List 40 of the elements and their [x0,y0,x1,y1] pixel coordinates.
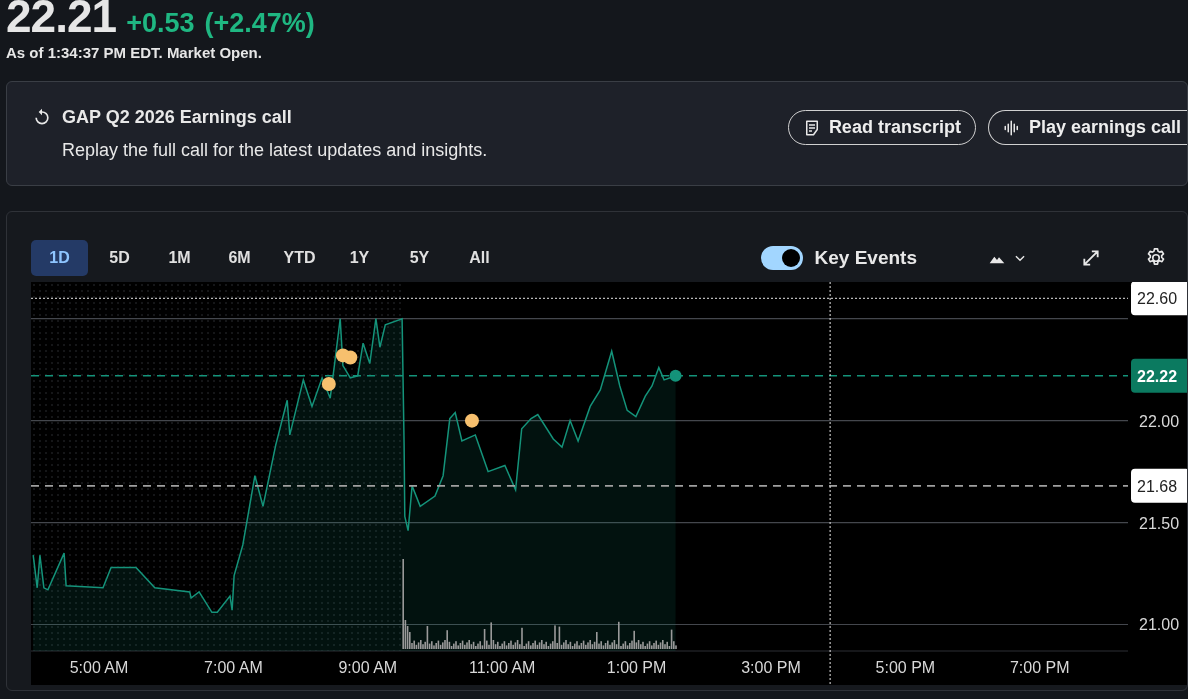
axis-label: 7:00 AM [204,659,263,676]
range-tab[interactable]: 1D [31,240,88,276]
axis-label: 1:00 PM [606,659,667,676]
waveform-icon [1002,118,1021,137]
range-tab[interactable]: All [451,240,508,276]
range-tab[interactable]: 5D [91,240,148,276]
market-status-text: As of 1:34:37 PM EDT. Market Open. [6,44,263,61]
axis-label: 3:00 PM [741,659,801,676]
range-tab[interactable]: 5Y [391,240,448,276]
price-label: 21.68 [1131,468,1187,503]
key-event-marker [321,376,336,391]
range-tab[interactable]: YTD [271,240,328,276]
axis-label: 21.50 [1139,514,1180,532]
replay-icon [32,107,52,127]
axis-label: 22.00 [1139,412,1180,430]
axis-label: 5:00 PM [875,659,936,676]
diagonal-arrows-icon [1081,248,1101,268]
toggle-label: Key Events [814,247,917,269]
ref-line-label: 21.68 [1137,477,1178,495]
stock-price: 22.21 [6,0,117,38]
range-tab[interactable]: 6M [211,240,268,276]
key-event-marker [343,350,358,365]
range-tab[interactable]: 1M [151,240,208,276]
percent-change: (+2.47%) [204,10,315,37]
banner-subtitle: Replay the full call for the latest updates and insights. [62,139,488,161]
key-event-marker [464,413,479,428]
ref-line-label: 22.22 [1137,367,1178,385]
axis-label: 5:00 AM [69,659,129,676]
axis-label: 9:00 AM [338,659,398,676]
key-events-toggle[interactable] [760,246,803,270]
current-price-label: 22.22 [1131,358,1187,393]
price-label: 22.60 [1131,282,1187,316]
ref-line-label: 22.60 [1137,290,1178,308]
price-change: +0.53 [126,10,195,37]
range-tab[interactable]: 1Y [331,240,388,276]
axis-label: 7:00 PM [1009,659,1070,676]
banner-title: GAP Q2 2026 Earnings call [62,106,292,128]
axis-label: 11:00 AM [469,659,536,676]
last-price-dot [669,369,682,382]
axis-label: 21.00 [1139,616,1180,634]
